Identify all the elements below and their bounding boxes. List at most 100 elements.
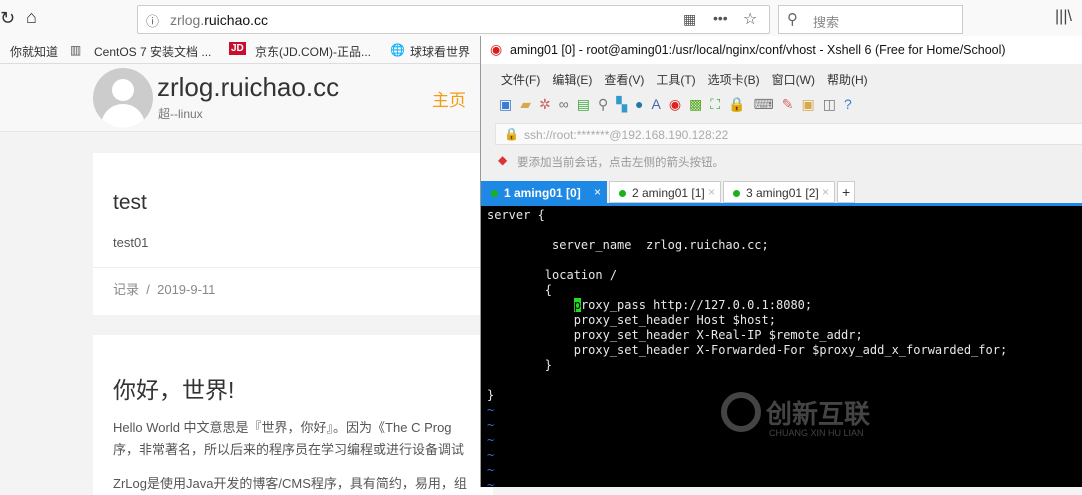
xftp-icon[interactable]: ▩ xyxy=(689,96,710,112)
close-icon[interactable]: × xyxy=(822,185,829,199)
menu-bar: 文件(F) 编辑(E) 查看(V) 工具(T) 选项卡(B) 窗口(W) 帮助(H) xyxy=(501,71,868,88)
site-title[interactable]: zrlog.ruichao.cc xyxy=(157,72,339,103)
xshell-icon[interactable]: ◉ xyxy=(669,96,689,112)
menu-view[interactable]: 查看(V) xyxy=(604,73,644,87)
post-card: test test01 记录 / 2019-9-11 xyxy=(93,153,493,315)
help-icon[interactable]: ? xyxy=(844,96,860,112)
new-session-icon[interactable]: ▣ xyxy=(499,96,520,112)
doc-icon: ▥ xyxy=(70,43,82,57)
terminal-line: { xyxy=(487,283,553,297)
terminal-line: server_name zrlog.ruichao.cc; xyxy=(487,238,769,252)
properties-icon[interactable]: ▤ xyxy=(577,96,598,112)
tab-label: 1 aming01 [0] xyxy=(504,186,581,200)
session-hint: 要添加当前会话，点击左侧的箭头按钮。 xyxy=(517,157,724,169)
reload-icon[interactable]: ↻ xyxy=(0,8,15,29)
terminal[interactable]: 创新互联 CHUANG XIN HU LIAN server { server_… xyxy=(481,206,1082,492)
menu-file[interactable]: 文件(F) xyxy=(501,73,540,87)
fullscreen-icon[interactable]: ⛶ xyxy=(710,96,728,112)
terminal-line: proxy_set_header X-Forwarded-For $proxy_… xyxy=(487,343,1008,357)
find-icon[interactable]: ⚲ xyxy=(598,96,616,112)
nav-home[interactable]: 主页 xyxy=(432,86,466,111)
address-text: ssh://root:*******@192.168.190.128:22 xyxy=(524,128,729,142)
terminal-line: ~ xyxy=(487,418,495,432)
terminal-line: ~ xyxy=(487,463,495,477)
xshell-logo-icon: ◉ xyxy=(490,41,503,57)
globe-icon[interactable]: ● xyxy=(635,96,651,112)
tab-session-0[interactable]: 1 aming01 [0] × xyxy=(481,181,607,203)
url-domain: ruichao.cc xyxy=(204,12,269,28)
watermark-subtext: CHUANG XIN HU LIAN xyxy=(769,428,864,438)
terminal-line: ~ xyxy=(487,403,495,417)
more-icon[interactable]: ••• xyxy=(713,10,728,26)
bookmark-star-icon[interactable]: ☆ xyxy=(743,9,757,29)
menu-window[interactable]: 窗口(W) xyxy=(772,73,815,87)
meta-sep: / xyxy=(146,282,150,297)
terminal-line: server { xyxy=(487,208,545,222)
keyboard-icon[interactable]: ⌨ xyxy=(754,96,782,112)
post-text: 序，非常著名，所以后来的程序员在学习编程或进行设备调试 xyxy=(113,442,465,457)
close-icon[interactable]: × xyxy=(708,185,715,199)
terminal-line: } xyxy=(487,358,553,372)
address-bar[interactable]: 🔒 ssh://root:*******@192.168.190.128:22 xyxy=(495,123,1082,145)
post-excerpt: test01 xyxy=(113,235,149,250)
window-title: aming01 [0] - root@aming01:/usr/local/ng… xyxy=(510,43,1006,57)
bookmark-item[interactable]: 你就知道 xyxy=(10,43,58,60)
post-text: Hello World 中文意思是『世界，你好』。因为《The C Prog xyxy=(113,420,452,435)
menu-edit[interactable]: 编辑(E) xyxy=(552,73,592,87)
terminal-line: ~ xyxy=(487,448,495,462)
post-meta: 记录 / 2019-9-11 xyxy=(113,279,215,298)
url-bar[interactable]: ⓘ zrlog.ruichao.cc ▦ ••• ☆ xyxy=(137,5,770,34)
jd-icon: JD xyxy=(229,42,246,55)
lock-icon: 🔒 xyxy=(504,127,519,141)
url-text: zrlog.ruichao.cc xyxy=(170,12,268,28)
browser-toolbar: ↻ ⌂ ⓘ zrlog.ruichao.cc ▦ ••• ☆ ⚲ 搜索 |||\ xyxy=(0,0,1082,38)
new-folder-icon[interactable]: ▣ xyxy=(801,96,822,112)
disconnect-icon[interactable]: ∞ xyxy=(559,96,577,112)
search-input[interactable]: ⚲ 搜索 xyxy=(778,5,963,34)
qr-icon[interactable]: ▦ xyxy=(683,11,696,28)
menu-tabs[interactable]: 选项卡(B) xyxy=(708,73,760,87)
bookmark-item[interactable]: 京东(JD.COM)-正品... xyxy=(255,43,371,60)
globe-icon: 🌐 xyxy=(390,43,405,57)
bookmark-item[interactable]: CentOS 7 安装文档 ... xyxy=(94,43,211,60)
tab-label: 2 aming01 [1] xyxy=(632,186,705,200)
open-icon[interactable]: ▰ xyxy=(520,96,539,112)
highlight-icon[interactable]: ✎ xyxy=(782,96,802,112)
tab-session-1[interactable]: 2 aming01 [1] × xyxy=(609,181,721,203)
post-category[interactable]: 记录 xyxy=(113,282,139,297)
menu-tools[interactable]: 工具(T) xyxy=(656,73,695,87)
xshell-window: ◉ aming01 [0] - root@aming01:/usr/local/… xyxy=(480,36,1082,492)
info-icon: ⓘ xyxy=(146,14,160,29)
post-title[interactable]: 你好，世界! xyxy=(113,371,234,405)
terminal-line: } xyxy=(487,388,495,402)
avatar[interactable] xyxy=(93,68,153,128)
blog-page: zrlog.ruichao.cc 超--linux 主页 test test01… xyxy=(0,64,493,495)
tab-label: 3 aming01 [2] xyxy=(746,186,819,200)
home-icon[interactable]: ⌂ xyxy=(26,7,37,28)
post-card: 你好，世界! Hello World 中文意思是『世界，你好』。因为《The C… xyxy=(93,335,493,495)
site-subtitle: 超--linux xyxy=(158,107,203,121)
terminal-line: ~ xyxy=(487,433,495,447)
menu-help[interactable]: 帮助(H) xyxy=(827,73,868,87)
layout-icon[interactable]: ◫ xyxy=(823,96,844,112)
terminal-line: proxy_set_header X-Real-IP $remote_addr; xyxy=(487,328,863,342)
tab-session-2[interactable]: 3 aming01 [2] × xyxy=(723,181,835,203)
title-bar: ◉ aming01 [0] - root@aming01:/usr/local/… xyxy=(481,36,1082,64)
bookmark-item[interactable]: 球球看世界 xyxy=(410,43,470,60)
terminal-line: proxy_pass http://127.0.0.1:8080; xyxy=(573,298,813,312)
terminal-line: ~ xyxy=(487,478,495,492)
toolbar: ▣▰✲∞▤⚲▚●A◉▩⛶🔒⌨✎▣◫? xyxy=(499,96,860,113)
cursor: p xyxy=(573,298,581,312)
lock-icon[interactable]: 🔒 xyxy=(728,96,753,112)
font-icon[interactable]: A xyxy=(651,96,668,112)
transfer-icon[interactable]: ▚ xyxy=(616,96,635,112)
connect-icon[interactable]: ✲ xyxy=(539,96,559,112)
post-title[interactable]: test xyxy=(113,191,147,215)
search-placeholder: 搜索 xyxy=(813,15,840,30)
post-date: 2019-9-11 xyxy=(157,282,216,297)
session-arrow-icon[interactable]: ◆ xyxy=(498,153,507,167)
terminal-line: proxy_set_header Host $host; xyxy=(487,313,776,327)
library-icon[interactable]: |||\ xyxy=(1055,8,1072,26)
close-icon[interactable]: × xyxy=(594,185,601,199)
add-tab-button[interactable]: + xyxy=(837,181,855,203)
